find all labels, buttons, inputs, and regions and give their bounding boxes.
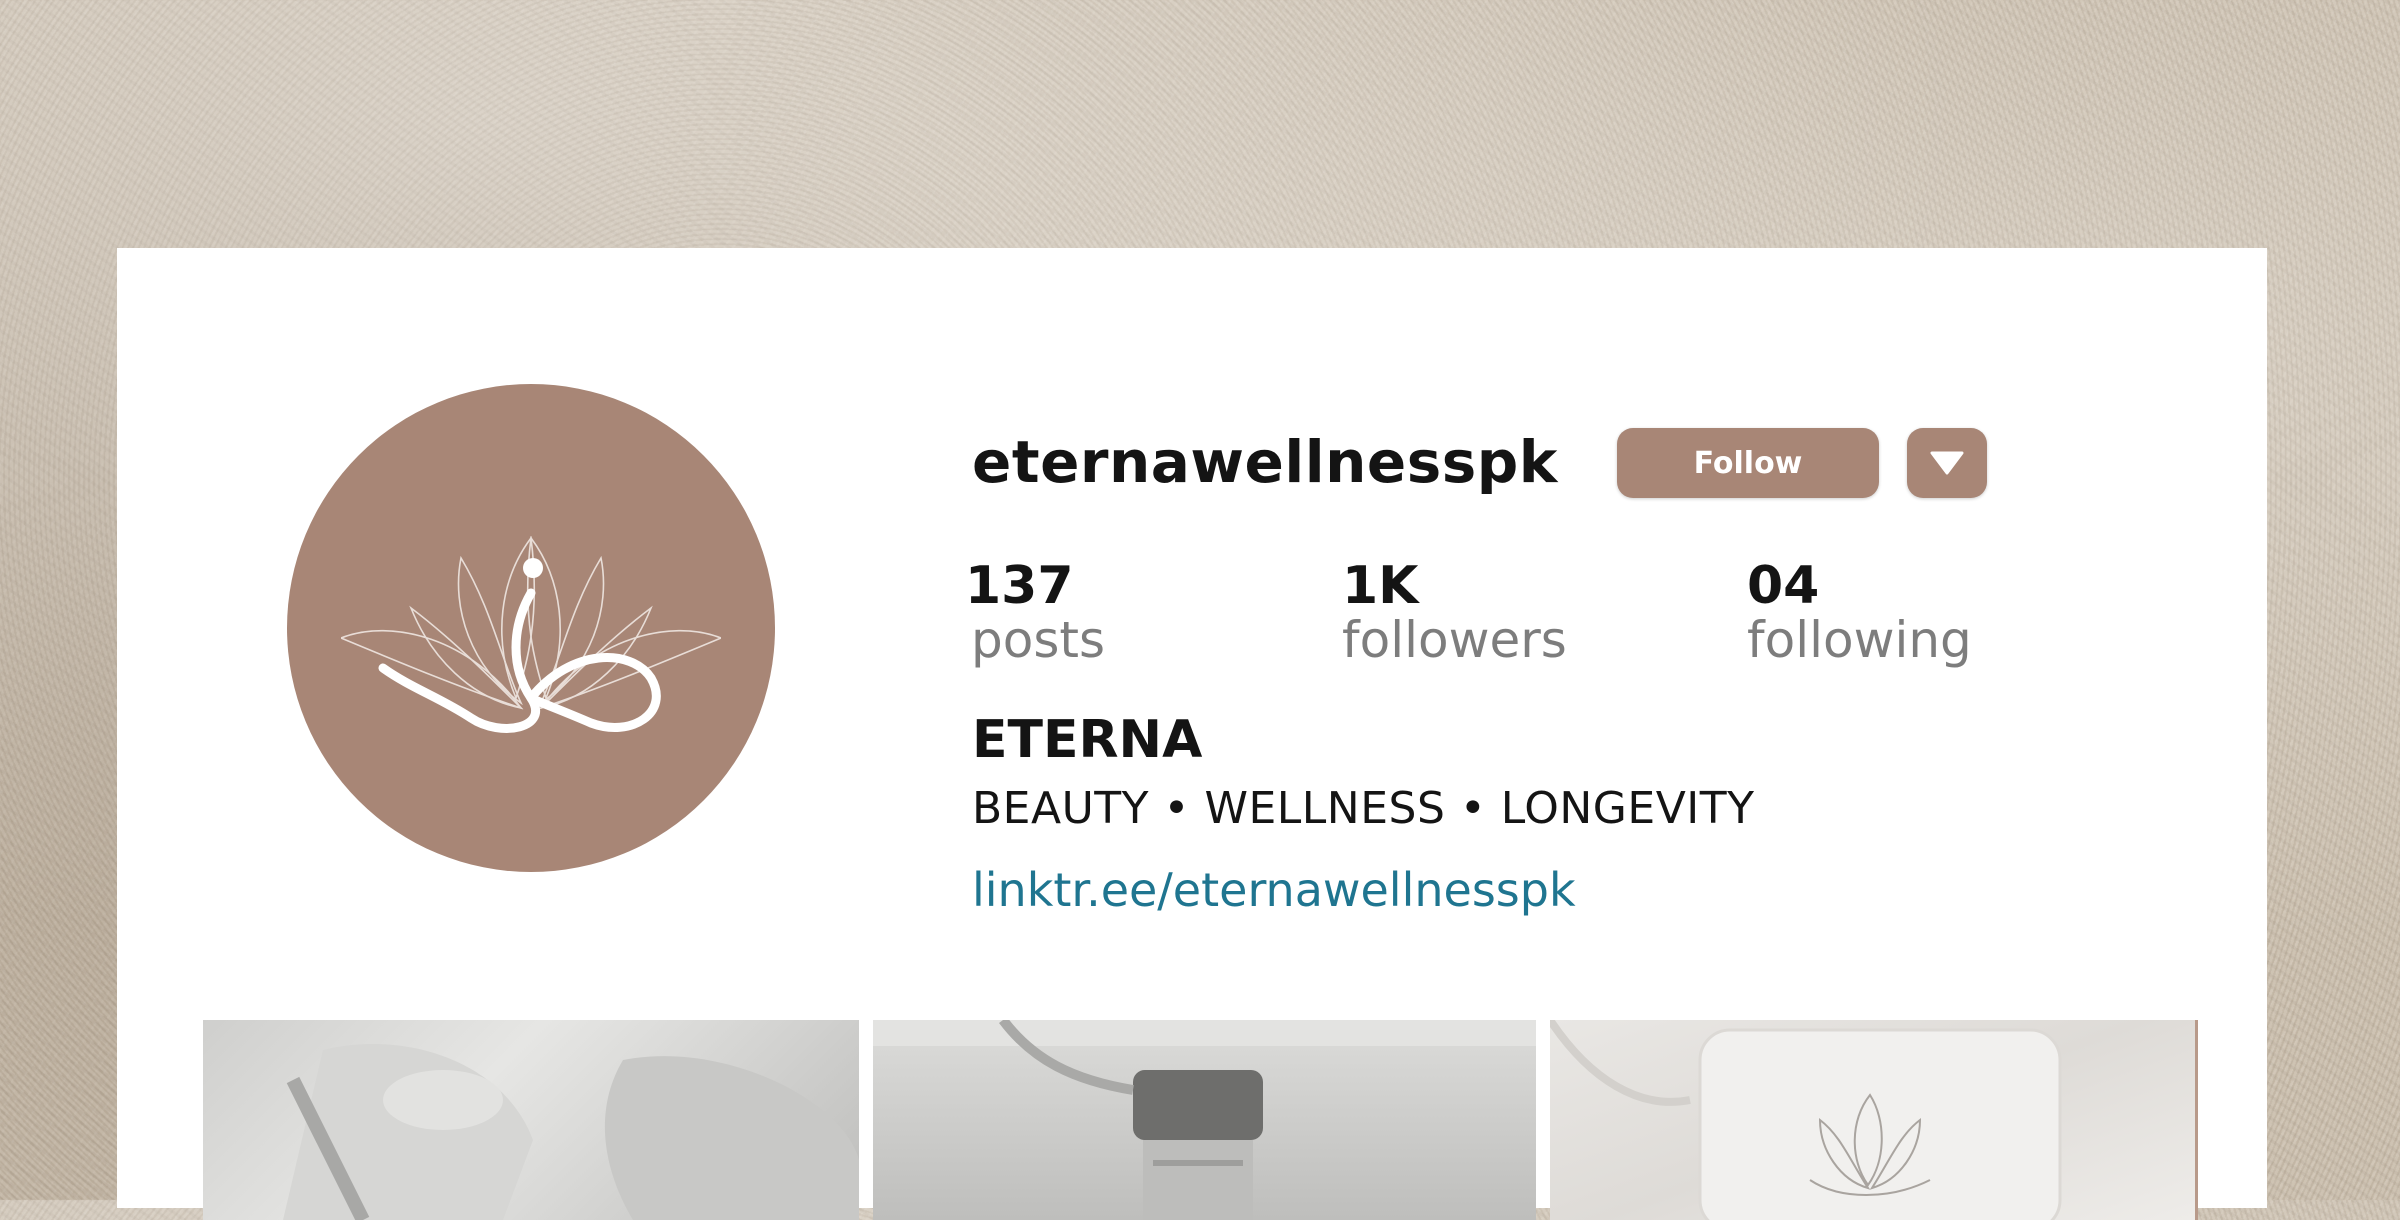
profile-username: eternawellnesspk bbox=[972, 428, 1558, 496]
profile-card: eternawellnesspk Follow 137 posts 1K fol… bbox=[117, 248, 2267, 1220]
follow-button[interactable]: Follow bbox=[1617, 428, 1879, 498]
stat-posts-label: posts bbox=[971, 611, 1106, 669]
stat-following-count: 04 bbox=[1747, 556, 1820, 616]
bio-display-name: ETERNA bbox=[972, 710, 1203, 770]
triangle-down-icon bbox=[1930, 451, 1964, 475]
grid-post-facial-treatment[interactable] bbox=[203, 1020, 859, 1220]
facial-treatment-photo bbox=[283, 1044, 859, 1220]
grid-post-lotus-pillow[interactable] bbox=[1550, 1020, 2198, 1220]
bio-link[interactable]: linktr.ee/eternawellnesspk bbox=[972, 863, 1576, 917]
stat-following[interactable]: 04 following bbox=[1747, 558, 1972, 668]
serum-dropper-photo bbox=[873, 1020, 1536, 1220]
stat-followers-label: followers bbox=[1342, 611, 1567, 669]
lotus-pillow-photo bbox=[1550, 1020, 2062, 1220]
profile-avatar[interactable] bbox=[287, 384, 775, 872]
stat-followers[interactable]: 1K followers bbox=[1342, 558, 1567, 668]
more-options-button[interactable] bbox=[1907, 428, 1987, 498]
stat-following-label: following bbox=[1747, 611, 1972, 669]
stat-followers-count: 1K bbox=[1342, 556, 1419, 616]
post-grid bbox=[117, 1020, 2267, 1220]
bio-tagline: BEAUTY • WELLNESS • LONGEVITY bbox=[972, 783, 1755, 834]
stat-posts-count: 137 bbox=[965, 556, 1074, 616]
stat-posts[interactable]: 137 posts bbox=[965, 558, 1105, 668]
grid-post-serum-dropper[interactable] bbox=[873, 1020, 1536, 1220]
lotus-logo-icon bbox=[341, 535, 721, 733]
